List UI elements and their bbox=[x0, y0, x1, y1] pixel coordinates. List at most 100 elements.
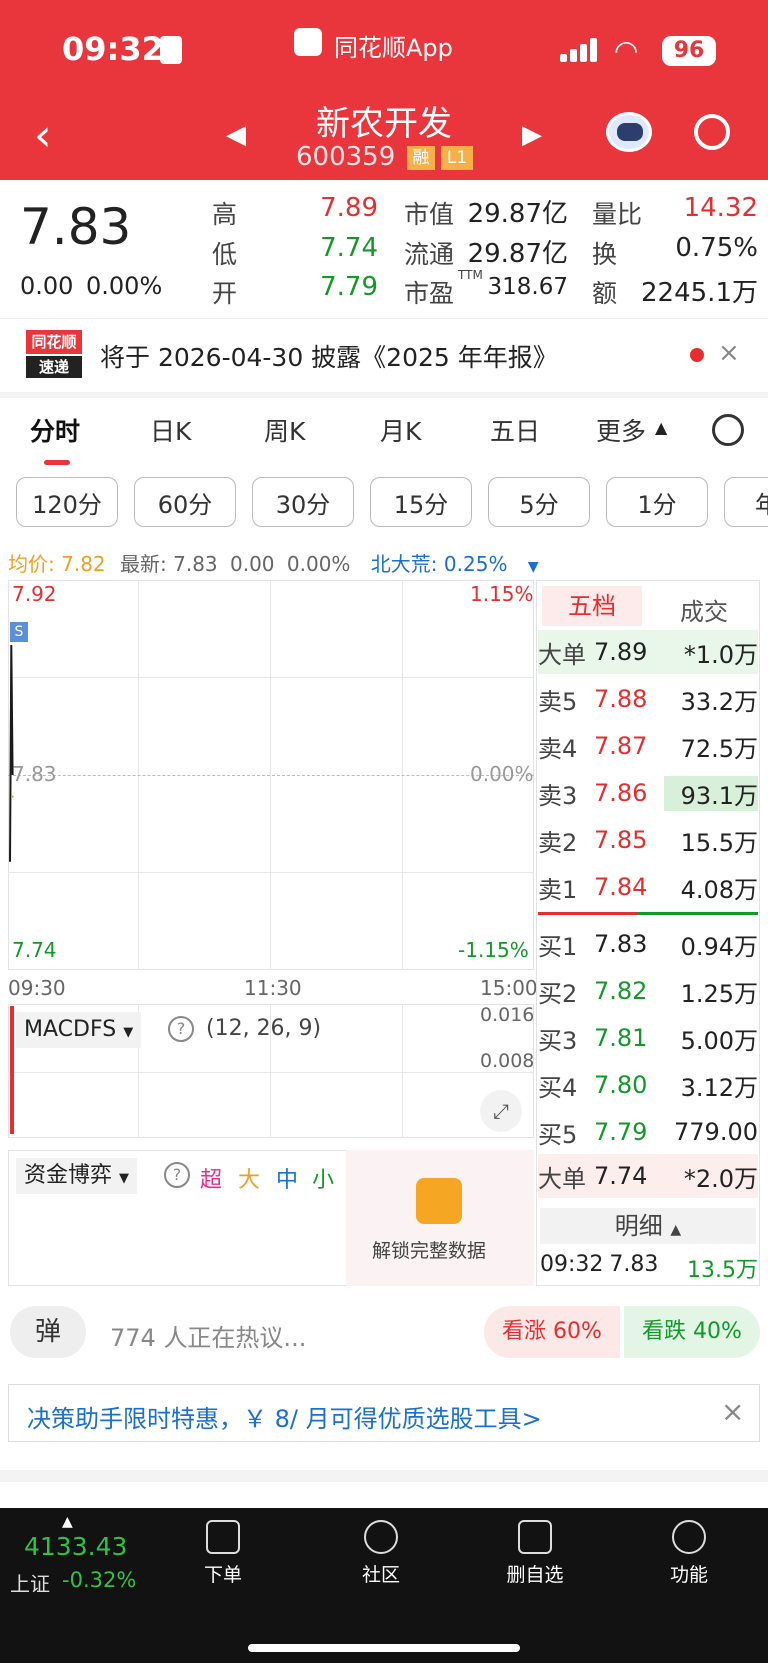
big-buy-row: 大单 7.74 *2.0万 bbox=[538, 1154, 758, 1198]
period-year[interactable]: 年 bbox=[724, 477, 768, 527]
last-price: 7.83 bbox=[20, 198, 132, 256]
battery-icon: 96 bbox=[662, 36, 716, 66]
period-120[interactable]: 120分 bbox=[16, 477, 118, 527]
period-5[interactable]: 5分 bbox=[488, 477, 590, 527]
news-close-icon[interactable]: × bbox=[718, 338, 740, 368]
index-name: 上证 bbox=[10, 1572, 50, 1596]
danmu-toggle[interactable]: 弹 bbox=[10, 1306, 86, 1358]
tab-weekly-k[interactable]: 周K bbox=[264, 412, 305, 448]
index-value[interactable]: 4133.43 bbox=[24, 1532, 127, 1561]
peer-label[interactable]: 北大荒: bbox=[371, 552, 438, 576]
pe-value: 318.67 bbox=[487, 274, 568, 300]
detail-row: 09:32 7.83 13.5万 bbox=[540, 1252, 758, 1283]
macd-value-1: 0.016 bbox=[480, 1004, 535, 1026]
period-1[interactable]: 1分 bbox=[606, 477, 708, 527]
unlock-text: 解锁完整数据 bbox=[372, 1240, 487, 1262]
order-doc-icon bbox=[206, 1520, 240, 1554]
app-logo-icon bbox=[294, 28, 322, 56]
next-stock-icon[interactable]: ▶ bbox=[522, 120, 542, 150]
turnover-label: 换 bbox=[592, 240, 618, 269]
bearish-button[interactable]: 看跌 40% bbox=[624, 1306, 760, 1358]
expand-icon[interactable]: ⤢ bbox=[480, 1090, 522, 1132]
home-indicator bbox=[248, 1644, 520, 1652]
bid-row-5[interactable]: 买5 7.79 779.00 bbox=[538, 1110, 758, 1154]
tab-monthly-k[interactable]: 月K bbox=[380, 412, 421, 448]
float-label: 流通 bbox=[404, 240, 455, 269]
period-30[interactable]: 30分 bbox=[252, 477, 354, 527]
more-caret-icon: ▲ bbox=[655, 418, 668, 437]
bid-row-4[interactable]: 买4 7.80 3.12万 bbox=[538, 1063, 758, 1107]
ask-row-1[interactable]: 卖1 7.84 4.08万 bbox=[538, 865, 758, 909]
fund-help-icon[interactable]: ? bbox=[164, 1162, 190, 1188]
ask-row-5[interactable]: 卖5 7.88 33.2万 bbox=[538, 677, 758, 721]
legend-big: 大 bbox=[238, 1168, 261, 1193]
ask-row-2[interactable]: 卖2 7.85 15.5万 bbox=[538, 818, 758, 862]
news-banner[interactable]: 同花顺 速递 将于 2026-04-30 披露《2025 年年报》 × bbox=[0, 322, 768, 390]
bid-row-2[interactable]: 买2 7.82 1.25万 bbox=[538, 969, 758, 1013]
stock-code: 600359 bbox=[296, 142, 396, 172]
promo-text[interactable]: 决策助手限时特惠，￥ 8/ 月可得优质选股工具> bbox=[27, 1399, 542, 1434]
news-logo-top: 同花顺 bbox=[26, 330, 82, 354]
low-value: 7.74 bbox=[320, 233, 378, 263]
detail-toggle[interactable]: 明细 ▲ bbox=[540, 1208, 756, 1244]
turnover-value: 0.75% bbox=[675, 233, 758, 263]
x-axis-mid: 11:30 bbox=[244, 976, 302, 1000]
legend-mid: 中 bbox=[276, 1168, 299, 1193]
peer-value[interactable]: 0.25% bbox=[444, 552, 508, 576]
l1-badge: L1 bbox=[441, 146, 473, 170]
y-axis-mid-left: 7.83 bbox=[12, 762, 57, 786]
spread-bar-green bbox=[638, 912, 758, 915]
ask-row-4[interactable]: 卖4 7.87 72.5万 bbox=[538, 724, 758, 768]
discussion-count[interactable]: 774 人正在热议... bbox=[110, 1318, 306, 1353]
amount-value: 2245.1万 bbox=[641, 278, 758, 308]
unlock-overlay[interactable]: 解锁完整数据 bbox=[346, 1150, 534, 1286]
macd-selector[interactable]: MACDFS ▼ bbox=[16, 1012, 142, 1048]
period-15[interactable]: 15分 bbox=[370, 477, 472, 527]
macd-params: (12, 26, 9) bbox=[206, 1016, 322, 1041]
x-axis-end: 15:00 bbox=[480, 976, 538, 1000]
x-axis-start: 09:30 bbox=[8, 976, 66, 1000]
latest-value: 7.83 bbox=[173, 552, 218, 576]
mktcap-label: 市值 bbox=[404, 200, 455, 229]
tab-order[interactable]: 下单 bbox=[168, 1520, 278, 1587]
period-60[interactable]: 60分 bbox=[134, 477, 236, 527]
tab-intraday[interactable]: 分时 bbox=[30, 412, 80, 448]
bottom-bar: ▲ 4133.43 上证 -0.32% 下单 社区 删自选 功能 bbox=[0, 1508, 768, 1663]
tab-more[interactable]: 更多 bbox=[596, 412, 646, 448]
lock-icon bbox=[416, 1178, 462, 1224]
tab-daily-k[interactable]: 日K bbox=[150, 412, 191, 448]
peer-dropdown-icon[interactable]: ▼ bbox=[528, 559, 539, 575]
bid-row-3[interactable]: 买3 7.81 5.00万 bbox=[538, 1016, 758, 1060]
high-value: 7.89 bbox=[320, 193, 378, 223]
spread-bar-red bbox=[538, 912, 638, 915]
pe-label: 市盈 bbox=[404, 279, 455, 308]
tab-remove-watchlist[interactable]: 删自选 bbox=[480, 1520, 590, 1587]
y-axis-bot-right: -1.15% bbox=[458, 938, 529, 962]
status-time: 09:32 bbox=[62, 30, 164, 68]
open-value: 7.79 bbox=[320, 272, 378, 302]
macd-help-icon[interactable]: ? bbox=[168, 1016, 194, 1042]
promo-close-icon[interactable]: × bbox=[721, 1395, 744, 1428]
legend-super: 超 bbox=[200, 1168, 223, 1193]
legend-small: 小 bbox=[312, 1168, 335, 1193]
bid-row-1[interactable]: 买1 7.83 0.94万 bbox=[538, 922, 758, 966]
robot-assistant-icon[interactable] bbox=[606, 112, 652, 152]
stock-name: 新农开发 bbox=[316, 104, 452, 144]
bullish-button[interactable]: 看涨 60% bbox=[484, 1306, 620, 1358]
stock-header: ‹ ◀ 新农开发 600359 融 L1 ▶ bbox=[0, 96, 768, 180]
search-icon[interactable] bbox=[694, 114, 730, 150]
sell-marker[interactable]: S bbox=[10, 622, 28, 642]
news-logo-bottom: 速递 bbox=[26, 356, 82, 378]
tab-community[interactable]: 社区 bbox=[326, 1520, 436, 1587]
y-axis-top-left: 7.92 bbox=[12, 582, 57, 606]
tab-five-level[interactable]: 五档 bbox=[542, 586, 642, 626]
tab-functions[interactable]: 功能 bbox=[634, 1520, 744, 1587]
price-line bbox=[9, 644, 14, 862]
fund-selector[interactable]: 资金博弈 ▼ bbox=[16, 1158, 138, 1194]
ask-row-3[interactable]: 卖3 7.86 93.1万 bbox=[538, 771, 758, 815]
volratio-value: 14.32 bbox=[683, 193, 758, 223]
promo-banner[interactable]: 决策助手限时特惠，￥ 8/ 月可得优质选股工具> × bbox=[8, 1384, 760, 1442]
settings-hex-icon[interactable] bbox=[712, 414, 744, 446]
tab-deals[interactable]: 成交 bbox=[680, 592, 728, 627]
tab-five-day[interactable]: 五日 bbox=[490, 412, 540, 448]
